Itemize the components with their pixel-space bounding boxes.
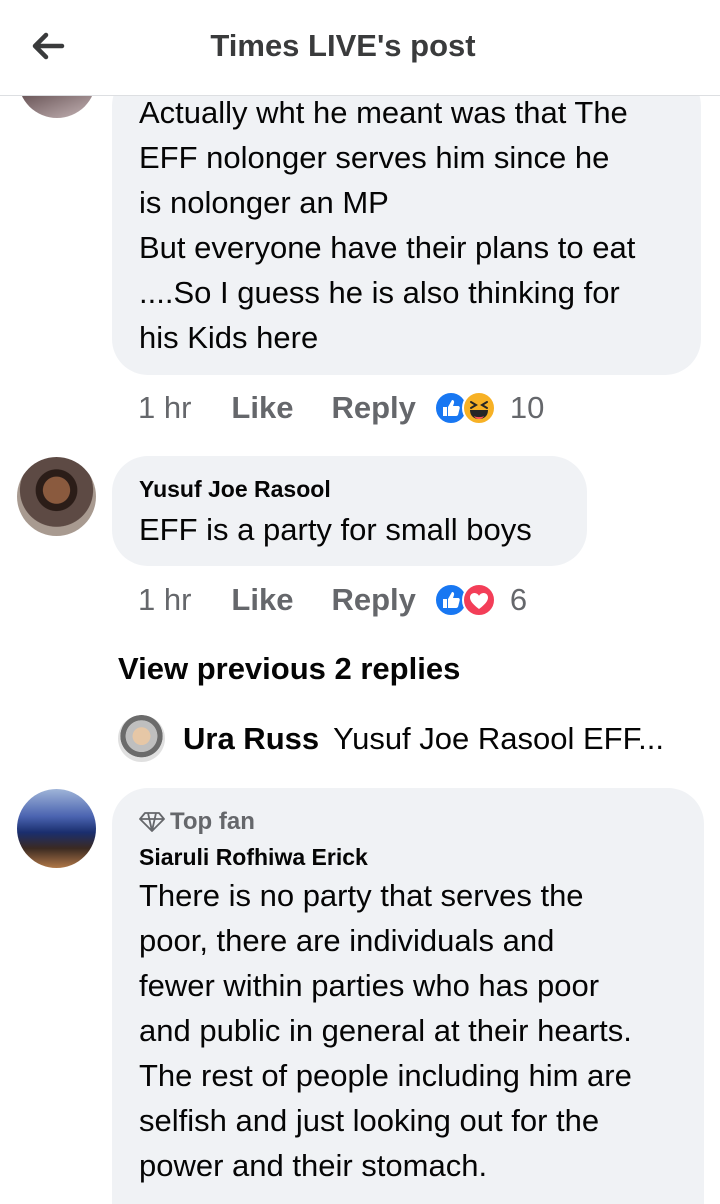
reactions-summary[interactable] <box>433 391 496 425</box>
comment-text-line: fewer within parties who has poor <box>139 968 600 1003</box>
comment-text-line: But everyone have their plans to eat <box>139 230 636 265</box>
haha-reaction-icon <box>461 391 496 425</box>
comment-timestamp[interactable]: 1 hr <box>138 582 191 618</box>
comment-actions: 1 hr Like Reply 10 <box>138 390 544 426</box>
comment-text: EFF is a party for small boys <box>139 512 532 547</box>
diamond-icon <box>139 812 165 832</box>
comment-text-line: Actually wht he meant was that The <box>139 95 628 130</box>
love-reaction-icon <box>461 583 496 617</box>
comment-author[interactable]: Siaruli Rofhiwa Erick <box>139 844 368 871</box>
comment-text-line: his Kids here <box>139 320 319 355</box>
avatar[interactable] <box>17 457 96 536</box>
post-header: Times LIVE's post <box>0 0 720 96</box>
comment-text-line: poor, there are individuals and <box>139 923 555 958</box>
comment-text-line: and public in general at their hearts. <box>139 1013 632 1048</box>
top-fan-badge: Top fan <box>139 808 255 836</box>
like-button[interactable]: Like <box>231 582 293 618</box>
reaction-count[interactable]: 10 <box>510 390 544 426</box>
comment-author[interactable]: Yusuf Joe Rasool <box>139 476 331 503</box>
reply-button[interactable]: Reply <box>331 582 415 618</box>
comment-text-line: There is no party that serves the <box>139 878 584 913</box>
avatar[interactable] <box>118 715 165 762</box>
badge-label: Top fan <box>170 808 255 835</box>
reply-button[interactable]: Reply <box>331 390 415 426</box>
view-previous-replies-link[interactable]: View previous 2 replies <box>118 651 460 687</box>
comment-bubble[interactable]: Top fan Siaruli Rofhiwa Erick There is n… <box>112 788 704 1204</box>
comment-timestamp[interactable]: 1 hr <box>138 390 191 426</box>
page-title: Times LIVE's post <box>210 28 476 63</box>
comment-text-line: power and their stomach. <box>139 1148 488 1183</box>
avatar[interactable] <box>17 789 96 868</box>
reaction-count[interactable]: 6 <box>510 582 527 618</box>
comment-text-line: EFF nolonger serves him since he <box>139 140 610 175</box>
comment-bubble[interactable]: Yusuf Joe Rasool EFF is a party for smal… <box>112 456 587 566</box>
comment-text-line: selfish and just looking out for the <box>139 1103 600 1138</box>
comment-text-line: ....So I guess he is also thinking for <box>139 275 620 310</box>
comment-text-line: is nolonger an MP <box>139 185 389 220</box>
comment-bubble[interactable]: Actually wht he meant was that The EFF n… <box>112 70 701 375</box>
reply-author[interactable]: Ura Russ <box>183 721 319 757</box>
comment-actions: 1 hr Like Reply 6 <box>138 582 527 618</box>
reactions-summary[interactable] <box>433 583 496 617</box>
reply-snippet: Yusuf Joe Rasool EFF... <box>333 720 664 756</box>
reply-preview[interactable]: Ura Russ Yusuf Joe Rasool EFF... <box>118 715 664 762</box>
comment-text-line: The rest of people including him are <box>139 1058 632 1093</box>
like-button[interactable]: Like <box>231 390 293 426</box>
